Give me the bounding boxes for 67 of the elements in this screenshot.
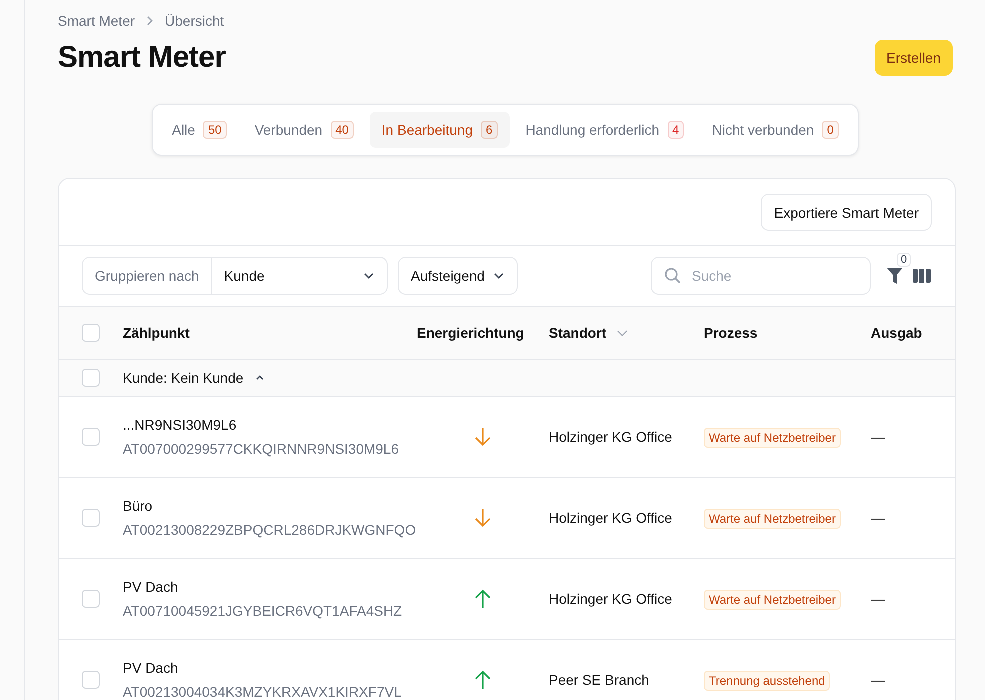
group-label: Kunde: Kein Kunde [123,370,244,386]
meter-name: Büro [123,498,154,514]
count-badge: 50 [203,121,227,139]
meter-id: AT00213008229ZBPQCRL286DRJKWGNFQO [123,522,417,538]
arrow-down-icon [475,508,491,528]
status-badge: Warte auf Netzbetreiber [704,509,841,529]
group-by-select[interactable]: Gruppieren nach Kunde [82,257,388,295]
table-cell: Peer SE Branch [549,672,650,688]
table-cell: — [871,429,885,445]
search-field[interactable]: Suche [651,257,871,295]
tab-label: In Bearbeitung [382,122,473,138]
group-by-value: Kunde [223,268,266,284]
filter-count-badge: 0 [897,253,912,267]
tab[interactable]: Verbunden 40 [242,112,366,148]
sort-value: Aufsteigend [411,268,485,284]
tab[interactable]: Handlung erforderlich 4 [514,112,696,148]
create-button[interactable]: Erstellen [874,40,953,76]
tab-label: Verbunden [254,122,323,138]
tab-label: Nicht verbunden [712,122,814,138]
tab[interactable]: Nicht verbunden 0 [700,112,851,148]
breadcrumb-current: Übersicht [165,13,224,29]
chevron-right-icon [145,16,156,26]
sort-select[interactable]: Aufsteigend [398,257,518,295]
filter-icon[interactable] [887,267,903,285]
arrow-up-icon [475,589,491,609]
tab-label: Handlung erforderlich [526,122,660,138]
meter-name: PV Dach [123,660,180,676]
tab[interactable]: In Bearbeitung 6 [370,112,510,148]
count-badge: 6 [481,121,498,139]
meter-id: AT00213004034K3MZYKRXAVX1KIRXF7VL [123,684,403,700]
page-title: Smart Meter [58,41,226,75]
status-badge: Warte auf Netzbetreiber [704,590,841,610]
count-badge: 40 [330,121,354,139]
group-checkbox[interactable] [82,369,100,387]
row-checkbox[interactable] [82,428,100,446]
tab-label: Alle [172,122,196,138]
export-button[interactable]: Exportiere Smart Meter [761,194,932,231]
table-cell: Holzinger KG Office [549,591,672,607]
arrow-down-icon [475,427,491,447]
count-badge: 0 [822,121,839,139]
count-badge: 4 [668,121,684,139]
search-icon [664,267,682,285]
column-header[interactable]: Standort [549,325,626,341]
meter-name: ...NR9NSI30M9L6 [123,417,238,433]
status-badge: Warte auf Netzbetreiber [704,428,841,448]
arrow-up-icon [475,670,491,690]
tab[interactable]: Alle 50 [160,112,239,148]
row-checkbox[interactable] [82,590,100,608]
columns-icon[interactable] [913,269,931,283]
select-all-checkbox[interactable] [82,324,100,342]
table-cell: — [871,510,885,526]
meter-id: AT00710045921JGYBEICR6VQT1AFA4SHZ [123,603,404,619]
group-by-label: Gruppieren nach [83,258,212,294]
column-header: Prozess [704,325,758,341]
table-cell: — [871,591,885,607]
row-checkbox[interactable] [82,509,100,527]
column-header: Zählpunkt [123,325,190,341]
meter-id: AT007000299577CKKQIRNNR9NSI30M9L6 [123,441,400,457]
status-badge: Trennung ausstehend [704,671,830,691]
column-header: Energierichtung [417,325,524,341]
row-checkbox[interactable] [82,671,100,689]
column-header: Ausgab [871,325,922,341]
table-cell: — [871,672,885,688]
table-cell: Holzinger KG Office [549,429,672,445]
table-cell: Holzinger KG Office [549,510,672,526]
breadcrumb-link[interactable]: Smart Meter [58,13,136,29]
meter-name: PV Dach [123,579,180,595]
